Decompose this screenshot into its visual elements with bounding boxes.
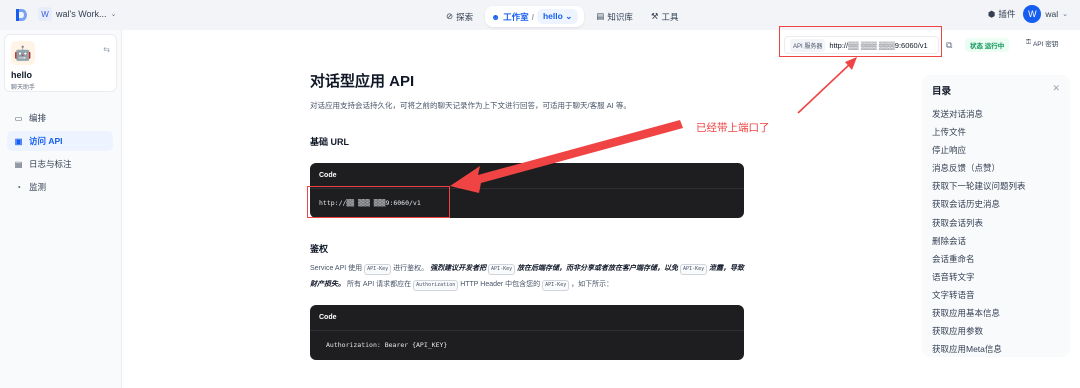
sidebar-item-logs[interactable]: ▤ 日志与标注 [7,154,113,174]
toc-item[interactable]: 消息反馈（点赞） [932,159,1060,177]
layout-icon: ▭ [14,113,23,123]
nav-tools[interactable]: ⚒ 工具 [645,8,685,26]
user-menu[interactable]: W wal ⌄ [1023,5,1068,23]
toc-item[interactable]: 获取会话列表 [932,214,1060,232]
base-url-heading: 基础 URL [310,137,349,147]
toc-item[interactable]: 文字转语音 [932,286,1060,304]
nav-separator: / [531,11,534,22]
toc-item[interactable]: 上传文件 [932,123,1060,141]
toc-item[interactable]: 停止响应 [932,141,1060,159]
plugins-button[interactable]: ⬢ 插件 [988,8,1015,20]
sidebar-item-api-access[interactable]: ▣ 访问 API [7,131,113,151]
toc-item[interactable]: 会话重命名 [932,250,1060,268]
workspace-name: wal's Work... [56,9,107,19]
copy-icon[interactable]: ⧉ [946,40,952,51]
plugin-icon: ⬢ [987,8,996,19]
chevron-down-icon: ⌄ [110,11,117,18]
log-icon: ▤ [14,159,23,169]
collapse-sidebar-icon[interactable]: ⇆ [103,45,110,54]
nav-knowledge[interactable]: ▤ 知识库 [590,8,639,26]
table-of-contents: 目录 ✕ 发送对话消息 上传文件 停止响应 消息反馈（点赞） 获取下一轮建议问题… [922,75,1070,357]
monitor-icon: ◔ [16,182,21,192]
terminal-icon: ▣ [14,136,23,146]
close-icon[interactable]: ✕ [1052,83,1060,94]
workspace-switcher[interactable]: W wal's Work... ⌄ [38,7,116,21]
workspace-badge: W [38,7,52,21]
dify-logo-icon[interactable] [14,8,28,22]
annotation-text: 已经带上端口了 [696,122,770,134]
sidebar-item-monitor[interactable]: ◔ 监测 [7,177,113,197]
compass-icon: ⊘ [446,11,454,21]
auth-description: Service API 使用 API-Key 进行鉴权。 强烈建议开发者把 AP… [310,261,746,293]
api-key-chip: API-Key [680,264,708,275]
code-label: Code [310,305,744,331]
auth-code-block: Code Authorization: Bearer {API_KEY} [310,305,744,360]
app-type: 聊天助手 [11,85,36,91]
user-name: wal [1045,9,1059,19]
key-icon: ⚿ [1026,39,1031,46]
current-app-chip[interactable]: hello ⌄ [536,9,579,24]
app-info-card[interactable]: 🤖 ⇆ hello 聊天助手 [4,34,117,92]
toc-item[interactable]: 获取应用Meta信息 [932,340,1060,358]
toc-item[interactable]: 获取应用参数 [932,322,1060,340]
toc-list: 发送对话消息 上传文件 停止响应 消息反馈（点赞） 获取下一轮建议问题列表 获取… [932,105,1060,358]
avatar: W [1023,5,1042,23]
toc-item[interactable]: 删除会话 [932,232,1060,250]
nav-studio[interactable]: ☻ 工作室 / hello ⌄ [485,6,585,27]
main-panel: API 服务器 http://▒▒ ▒▒▒ ▒▒▒9:6060/v1 ⧉ 状态 … [122,30,1080,388]
authorization-chip: Authorization [413,280,459,291]
toc-item[interactable]: 获取应用基本信息 [932,304,1060,322]
nav-explore[interactable]: ⊘ 探索 [440,8,479,26]
sidebar-item-orchestrate[interactable]: ▭ 编排 [7,108,113,128]
robot-avatar-icon: 🤖 [11,41,35,65]
robot-icon: ☻ [491,11,501,22]
toc-item[interactable]: 发送对话消息 [932,105,1060,123]
chevron-down-icon: ⌄ [1062,11,1068,18]
app-sidebar: 🤖 ⇆ hello 聊天助手 ▭ 编排 ▣ 访问 API ▤ 日志与标注 ◔ 监… [0,30,122,388]
toc-item[interactable]: 获取下一轮建议问题列表 [932,177,1060,195]
toc-title: 目录 [932,86,952,97]
toc-item[interactable]: 语音转文字 [932,268,1060,286]
api-key-chip: API-Key [488,264,516,275]
api-key-chip: API-Key [542,280,570,291]
auth-code[interactable]: Authorization: Bearer {API_KEY} [310,331,744,359]
top-right-actions: ⬢ 插件 W wal ⌄ [988,5,1068,23]
book-icon: ▤ [596,11,605,21]
main-nav: ⊘ 探索 ☻ 工作室 / hello ⌄ ▤ 知识库 ⚒ 工具 [440,6,685,27]
sidebar-menu: ▭ 编排 ▣ 访问 API ▤ 日志与标注 ◔ 监测 [7,108,113,200]
highlight-box-base-url [307,186,450,218]
page-description: 对话应用支持会话持久化，可将之前的聊天记录作为上下文进行回答，可适用于聊天/客服… [310,101,631,110]
api-key-chip: API-Key [364,264,392,275]
highlight-box-api-server [779,26,942,57]
hammer-icon: ⚒ [650,11,659,21]
page-title: 对话型应用 API [310,73,415,90]
toc-item[interactable]: 获取会话历史消息 [932,195,1060,213]
app-name: hello [11,70,33,80]
status-badge: 状态 运行中 [965,38,1010,52]
api-key-button[interactable]: ⚿ API 密钥 [1026,38,1058,48]
auth-heading: 鉴权 [310,244,329,254]
